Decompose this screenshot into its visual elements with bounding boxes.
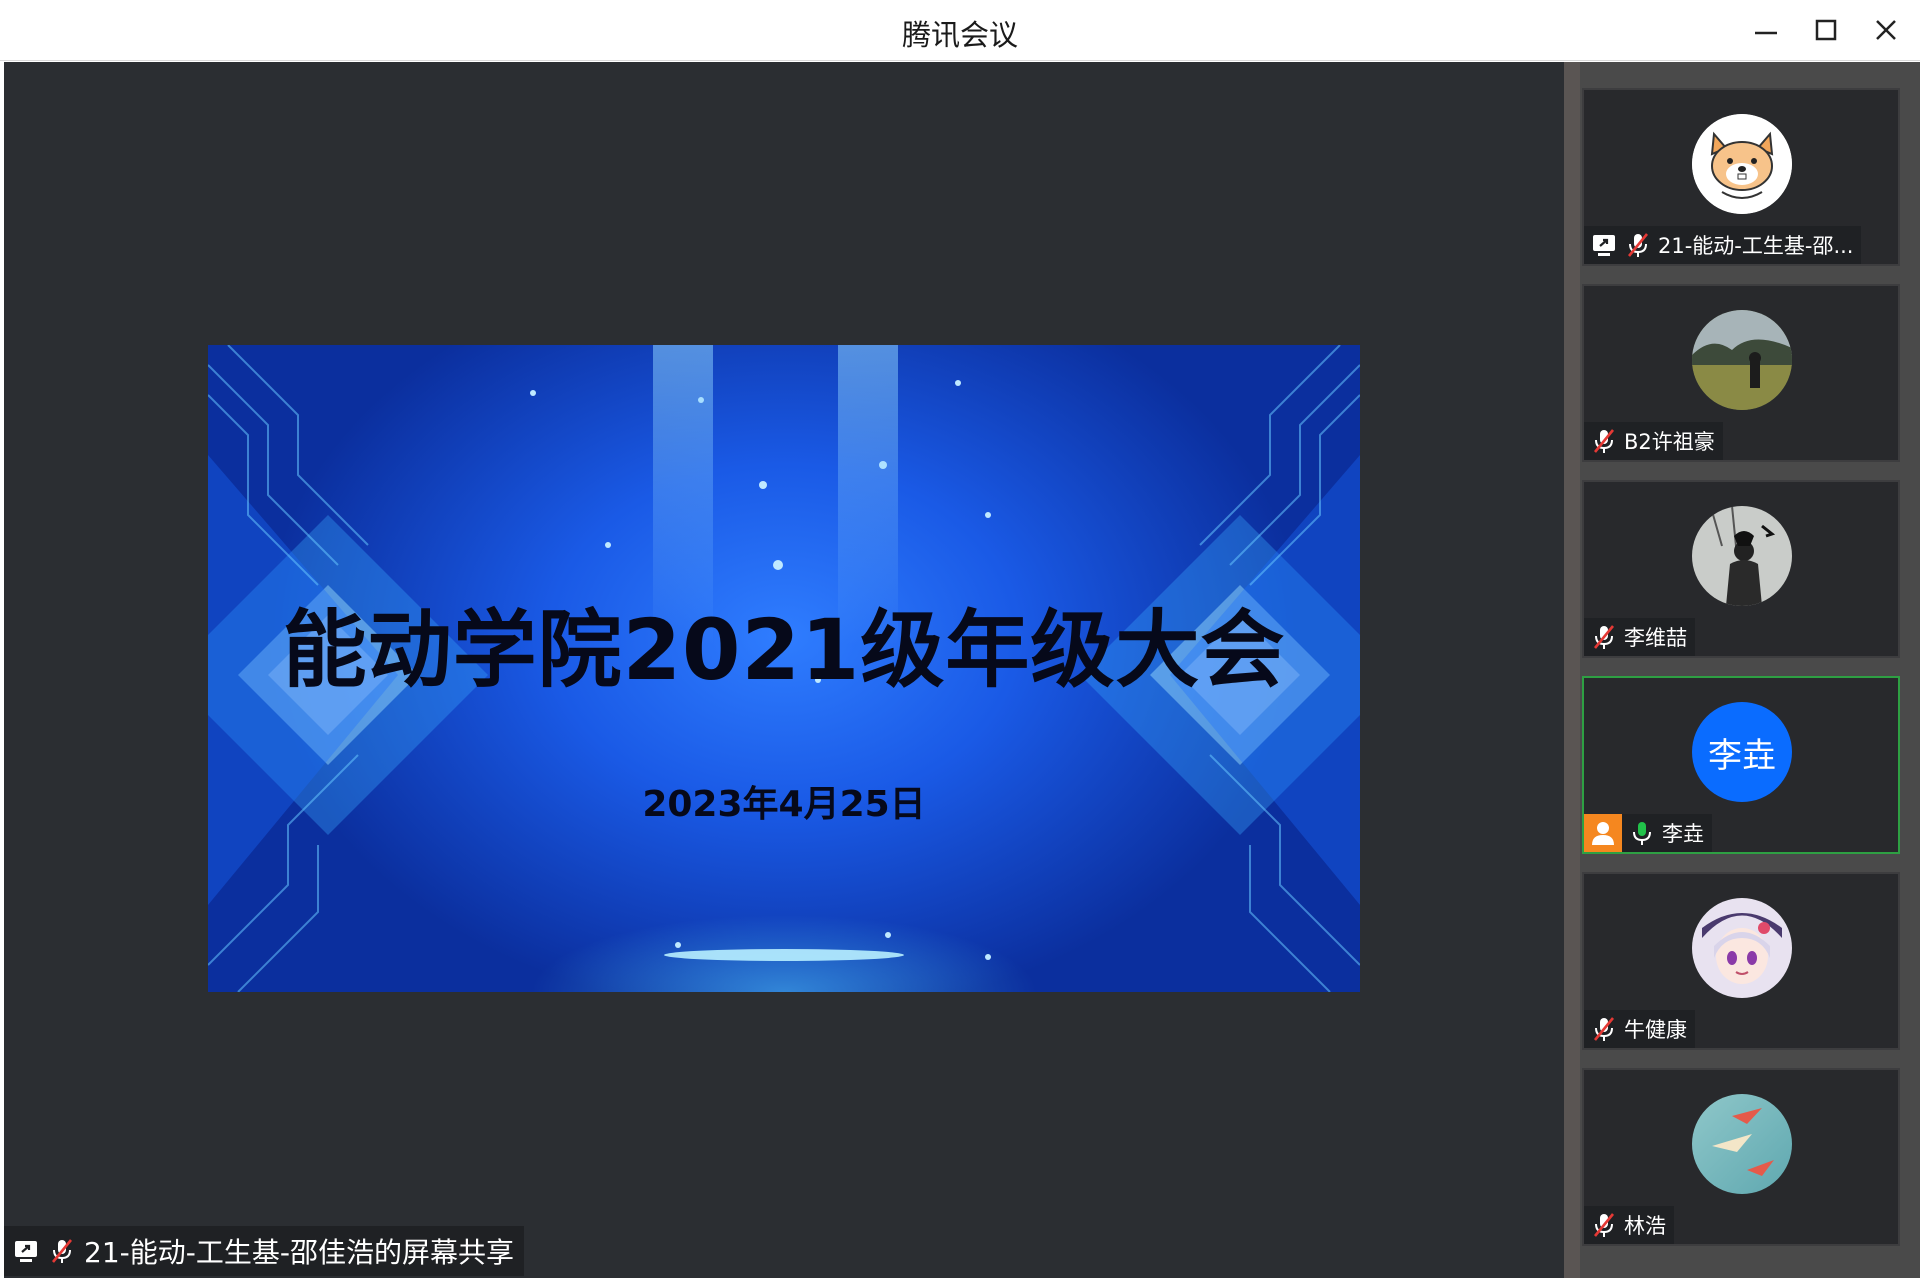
sketch-avatar-icon <box>1692 506 1792 606</box>
participant-name: 21-能动-工生基-邵... <box>1658 234 1854 258</box>
participant-name-tag: 牛健康 <box>1584 1010 1695 1048</box>
dog-avatar-icon <box>1692 114 1792 214</box>
host-badge <box>1584 814 1622 852</box>
participant-tile[interactable]: B2许祖豪 <box>1582 284 1900 462</box>
participant-tile[interactable]: 林浩 <box>1582 1068 1900 1246</box>
participant-tile-active[interactable]: 李垚 李垚 <box>1582 676 1900 854</box>
minimize-icon <box>1755 31 1777 35</box>
slide-date: 2023年4月25日 <box>642 784 926 825</box>
participant-name: 林浩 <box>1624 1214 1666 1238</box>
shared-slide: 能动学院2021级年级大会 2023年4月25日 <box>208 345 1360 992</box>
participant-tile[interactable]: 牛健康 <box>1582 872 1900 1050</box>
participant-tile[interactable]: 21-能动-工生基-邵... <box>1582 88 1900 266</box>
mic-muted-icon <box>1593 1213 1615 1237</box>
avatar <box>1692 310 1792 410</box>
landscape-avatar-icon <box>1692 310 1792 410</box>
participant-name: 李维喆 <box>1624 626 1687 650</box>
avatar <box>1692 898 1792 998</box>
title-bar: 腾讯会议 <box>0 0 1920 61</box>
screen-share-text: 21-能动-工生基-邵佳浩的屏幕共享 <box>84 1236 514 1269</box>
close-button[interactable] <box>1862 8 1910 52</box>
shared-screen-area: 能动学院2021级年级大会 2023年4月25日 <box>4 62 1564 1278</box>
mic-muted-icon <box>51 1239 73 1263</box>
participant-name-tag: 李维喆 <box>1584 618 1695 656</box>
participant-name-tag: 林浩 <box>1584 1206 1674 1244</box>
window-title: 腾讯会议 <box>901 18 1018 52</box>
avatar <box>1692 506 1792 606</box>
screen-share-icon <box>15 1241 37 1262</box>
screen-share-icon <box>1593 235 1615 256</box>
participant-name: 牛健康 <box>1624 1018 1687 1042</box>
minimize-button[interactable] <box>1742 8 1790 52</box>
close-icon <box>1876 20 1896 40</box>
person-icon <box>1592 822 1614 845</box>
avatar: 李垚 <box>1692 702 1792 802</box>
avatar <box>1692 1094 1792 1194</box>
slide-title: 能动学院2021级年级大会 <box>282 601 1286 699</box>
mic-muted-icon <box>1593 1017 1615 1041</box>
anime-avatar-icon <box>1692 898 1792 998</box>
participant-name-tag: 21-能动-工生基-邵... <box>1584 226 1862 264</box>
mic-muted-icon <box>1593 429 1615 453</box>
avatar <box>1692 114 1792 214</box>
screen-share-label: 21-能动-工生基-邵佳浩的屏幕共享 <box>4 1226 524 1276</box>
mic-muted-icon <box>1627 233 1649 257</box>
maximize-icon <box>1815 19 1837 41</box>
participant-name-tag: B2许祖豪 <box>1584 422 1723 460</box>
participant-tile[interactable]: 李维喆 <box>1582 480 1900 658</box>
panel-divider[interactable] <box>1564 62 1580 1278</box>
participant-name: 李垚 <box>1662 822 1704 846</box>
participant-name-tag: 李垚 <box>1584 814 1712 852</box>
avatar-initials: 李垚 <box>1708 735 1776 776</box>
maximize-button[interactable] <box>1802 8 1850 52</box>
paper-plane-avatar-icon <box>1692 1094 1792 1194</box>
mic-on-icon <box>1633 822 1651 845</box>
participant-name: B2许祖豪 <box>1624 430 1715 454</box>
mic-muted-icon <box>1593 625 1615 649</box>
